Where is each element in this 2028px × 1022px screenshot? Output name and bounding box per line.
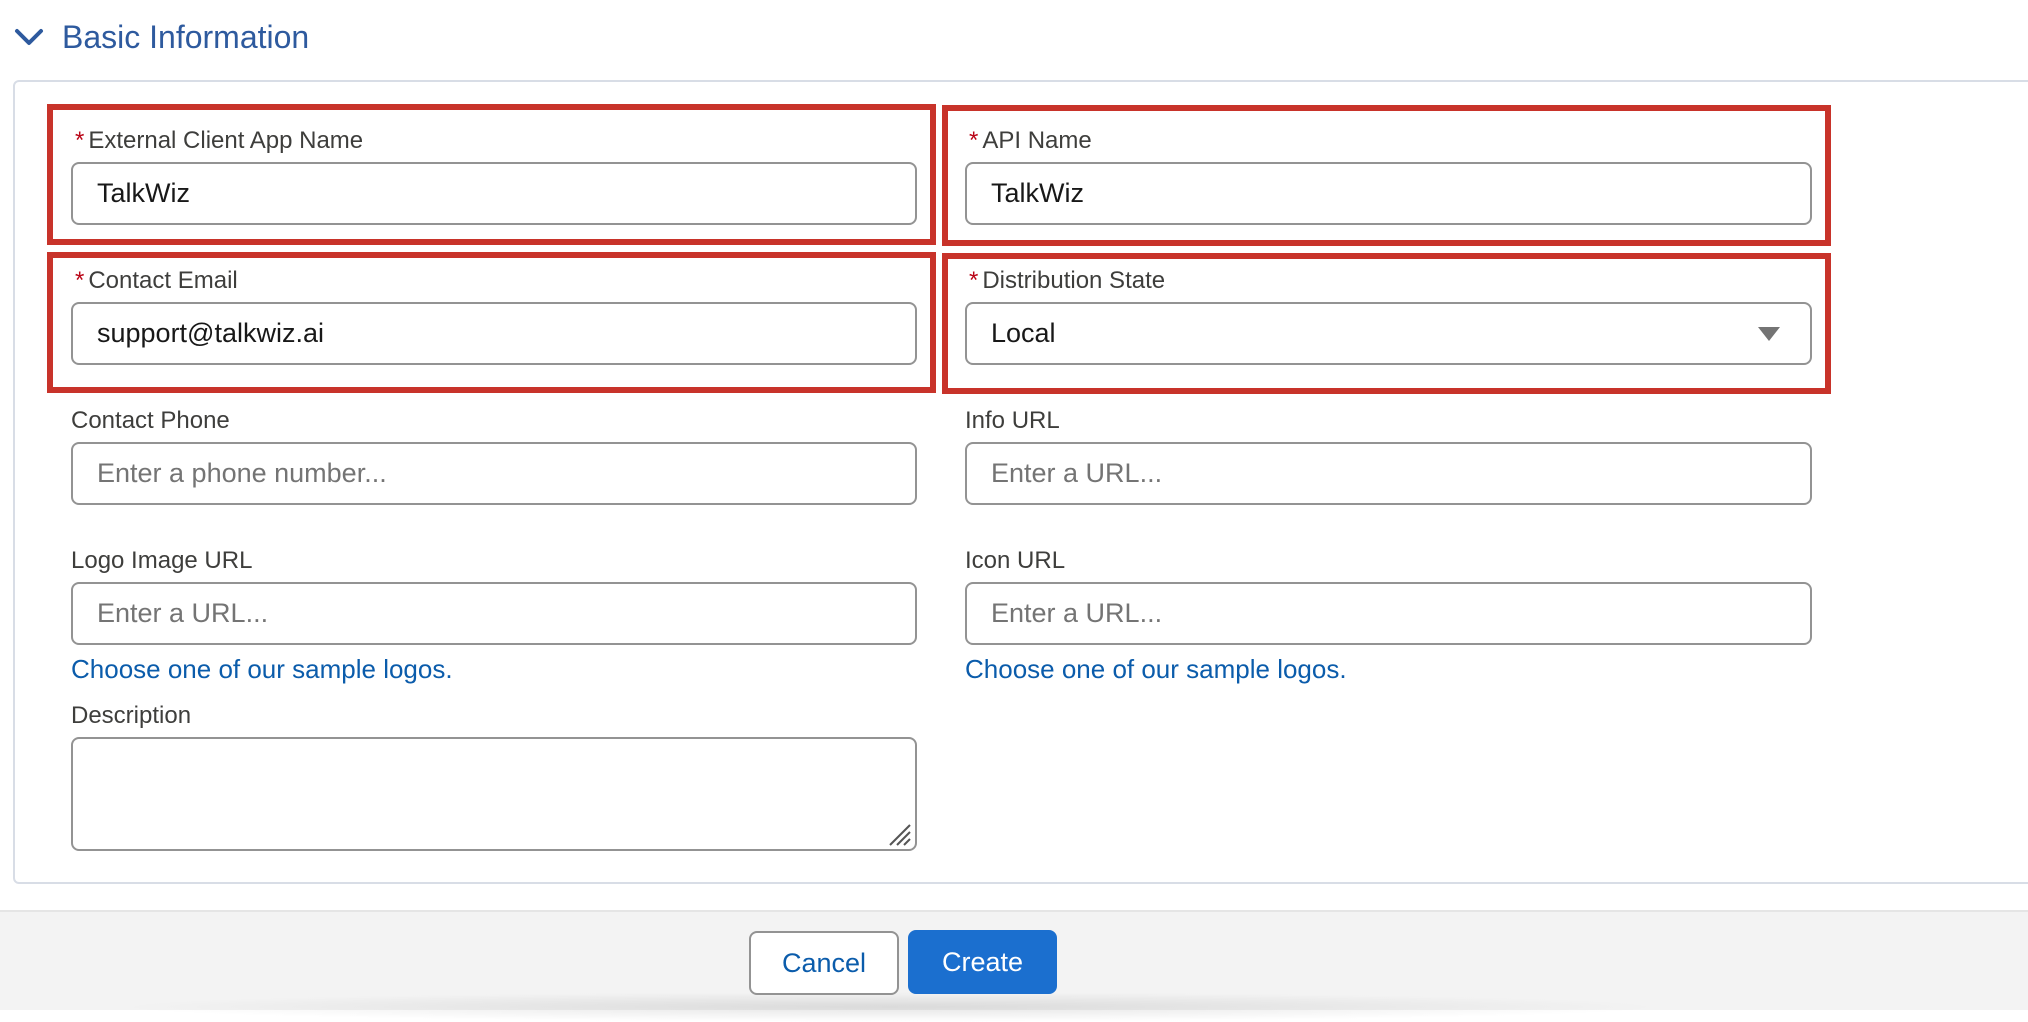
contact-email-input[interactable]: [71, 302, 917, 365]
cancel-button[interactable]: Cancel: [749, 931, 899, 995]
footer-shadow: [110, 992, 1670, 1022]
info-url-label: Info URL: [965, 407, 1060, 434]
required-marker: *: [75, 267, 85, 294]
app-name-label: * External Client App Name: [75, 127, 363, 155]
logo-sample-logos-link[interactable]: Choose one of our sample logos.: [71, 654, 453, 685]
icon-sample-logos-link[interactable]: Choose one of our sample logos.: [965, 654, 1347, 685]
app-name-label-text: External Client App Name: [88, 127, 364, 154]
api-name-input[interactable]: [965, 162, 1812, 225]
logo-image-url-label: Logo Image URL: [71, 547, 253, 574]
icon-url-input[interactable]: [965, 582, 1812, 645]
app-name-input[interactable]: [71, 162, 917, 225]
distribution-state-label: * Distribution State: [969, 267, 1165, 295]
distribution-state-select[interactable]: Local: [965, 302, 1812, 365]
api-name-label: * API Name: [969, 127, 1092, 155]
contact-email-label: * Contact Email: [75, 267, 238, 295]
chevron-down-icon: [14, 22, 44, 52]
description-textarea[interactable]: [71, 737, 917, 851]
section-title: Basic Information: [62, 18, 310, 55]
logo-image-url-input[interactable]: [71, 582, 917, 645]
required-marker: *: [969, 127, 979, 154]
dropdown-arrow-icon: [1758, 326, 1780, 341]
api-name-label-text: API Name: [982, 127, 1092, 154]
resize-grip-icon[interactable]: [886, 821, 912, 847]
section-toggle-basic-information[interactable]: Basic Information: [14, 14, 309, 60]
contact-phone-input[interactable]: [71, 442, 917, 505]
description-label: Description: [71, 702, 192, 729]
required-marker: *: [969, 267, 979, 294]
distribution-state-label-text: Distribution State: [982, 267, 1166, 294]
icon-url-label: Icon URL: [965, 547, 1066, 574]
distribution-state-value: Local: [991, 318, 1056, 348]
contact-phone-label: Contact Phone: [71, 407, 230, 434]
create-button[interactable]: Create: [908, 930, 1057, 994]
required-marker: *: [75, 127, 85, 154]
info-url-input[interactable]: [965, 442, 1812, 505]
contact-email-label-text: Contact Email: [88, 267, 238, 294]
